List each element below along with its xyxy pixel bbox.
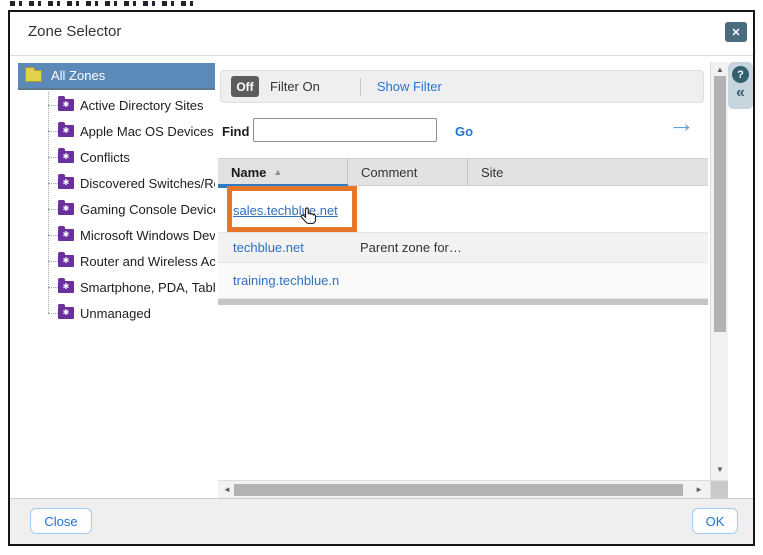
next-arrow-icon[interactable]: → <box>668 108 695 139</box>
tree-node-label: Router and Wireless Ac <box>80 254 215 269</box>
purple-folder-icon: ✱ <box>58 281 74 293</box>
vertical-scrollbar[interactable]: ▲ ▼ <box>710 62 728 480</box>
help-icon[interactable]: ? <box>732 66 749 83</box>
scrollbar-corner <box>710 480 728 498</box>
table-row: training.techblue.n <box>218 263 708 299</box>
tree-node-apple-mac-os-devices[interactable]: ✱ Apple Mac OS Devices <box>18 118 215 144</box>
filter-off-toggle[interactable]: Off <box>231 76 259 97</box>
ok-button-label: OK <box>706 514 725 529</box>
scroll-up-icon[interactable]: ▲ <box>716 66 724 74</box>
column-header-comment[interactable]: Comment <box>348 159 468 185</box>
tree-node-all-zones[interactable]: All Zones <box>18 63 215 88</box>
close-button[interactable]: Close <box>30 508 92 534</box>
find-input[interactable] <box>253 118 437 142</box>
dialog-title: Zone Selector <box>28 23 121 40</box>
tree-node-label: Apple Mac OS Devices <box>80 124 214 139</box>
scroll-down-icon[interactable]: ▼ <box>716 466 724 474</box>
purple-folder-icon: ✱ <box>58 125 74 137</box>
zone-name-cell: sales.techblue.net <box>218 203 348 218</box>
yellow-folder-icon <box>25 70 42 82</box>
close-icon: ✕ <box>731 26 740 39</box>
tree-node-discovered-switches[interactable]: ✱ Discovered Switches/Ro <box>18 170 215 196</box>
purple-folder-icon: ✱ <box>58 229 74 241</box>
table-row: techblue.net Parent zone for… <box>218 233 708 263</box>
tree-node-router-and-wireless[interactable]: ✱ Router and Wireless Ac <box>18 248 215 274</box>
filter-off-label: Off <box>236 80 253 94</box>
list-end-bar <box>218 299 708 305</box>
tree-node-label: Gaming Console Device <box>80 202 215 217</box>
column-header-site[interactable]: Site <box>468 159 708 185</box>
table-header: Name ▲ Comment Site <box>218 158 708 186</box>
horizontal-scrollbar[interactable]: ◄ ► <box>218 480 710 498</box>
help-flyout-panel: ? « <box>728 62 753 109</box>
purple-folder-icon: ✱ <box>58 177 74 189</box>
purple-folder-icon: ✱ <box>58 307 74 319</box>
horizontal-scrollbar-thumb[interactable] <box>234 484 683 496</box>
tree-node-active-directory-sites[interactable]: ✱ Active Directory Sites <box>18 92 215 118</box>
comment-cell: Parent zone for… <box>348 240 468 255</box>
asterisk-glyph: ✱ <box>63 257 70 265</box>
scroll-right-icon[interactable]: ► <box>695 486 703 494</box>
close-button-label: Close <box>44 514 77 529</box>
column-label: Name <box>231 165 266 180</box>
filter-toolbar: Off Filter On Show Filter <box>220 70 704 103</box>
asterisk-glyph: ✱ <box>63 153 70 161</box>
tree-node-microsoft-windows-devices[interactable]: ✱ Microsoft Windows Dev <box>18 222 215 248</box>
go-link[interactable]: Go <box>455 124 473 139</box>
zone-link-techblue[interactable]: techblue.net <box>233 240 304 255</box>
tree-node-smartphone-pda-tablet[interactable]: ✱ Smartphone, PDA, Tabl <box>18 274 215 300</box>
tree-node-label: Unmanaged <box>80 306 151 321</box>
tree-root-underline <box>18 88 215 90</box>
purple-folder-icon: ✱ <box>58 99 74 111</box>
zone-selector-screen: Zone Selector ✕ All Zones ✱ Active Direc… <box>0 0 763 555</box>
zone-selector-dialog: Zone Selector ✕ All Zones ✱ Active Direc… <box>8 10 755 546</box>
purple-folder-icon: ✱ <box>58 203 74 215</box>
collapse-panel-icon[interactable]: « <box>736 85 745 101</box>
zone-link-sales[interactable]: sales.techblue.net <box>233 203 338 218</box>
tree-node-label: Active Directory Sites <box>80 98 204 113</box>
dialog-close-button[interactable]: ✕ <box>725 22 747 42</box>
table-row: sales.techblue.net <box>218 188 708 233</box>
zone-list-panel: Off Filter On Show Filter Find Go → Name… <box>218 62 708 480</box>
tree-node-gaming-console-devices[interactable]: ✱ Gaming Console Device <box>18 196 215 222</box>
asterisk-glyph: ✱ <box>63 309 70 317</box>
asterisk-glyph: ✱ <box>63 101 70 109</box>
column-label: Comment <box>361 165 417 180</box>
tree-node-unmanaged[interactable]: ✱ Unmanaged <box>18 300 215 326</box>
tree-node-label: Conflicts <box>80 150 130 165</box>
column-label: Site <box>481 165 503 180</box>
ok-button[interactable]: OK <box>692 508 738 534</box>
find-label: Find <box>222 124 249 139</box>
purple-folder-icon: ✱ <box>58 151 74 163</box>
purple-folder-icon: ✱ <box>58 255 74 267</box>
zone-name-cell: techblue.net <box>218 240 348 255</box>
asterisk-glyph: ✱ <box>63 127 70 135</box>
zone-link-training[interactable]: training.techblue.n <box>233 273 339 288</box>
asterisk-glyph: ✱ <box>63 231 70 239</box>
tree-root-label: All Zones <box>51 68 105 83</box>
tree-node-label: Microsoft Windows Dev <box>80 228 215 243</box>
filter-on-label: Filter On <box>270 79 320 94</box>
scroll-left-icon[interactable]: ◄ <box>223 486 231 494</box>
tree-node-conflicts[interactable]: ✱ Conflicts <box>18 144 215 170</box>
dialog-footer: Close OK <box>10 498 753 544</box>
asterisk-glyph: ✱ <box>63 283 70 291</box>
zone-name-cell: training.techblue.n <box>218 273 348 288</box>
asterisk-glyph: ✱ <box>63 205 70 213</box>
vertical-scrollbar-thumb[interactable] <box>714 76 726 332</box>
asterisk-glyph: ✱ <box>63 179 70 187</box>
obscured-text-fragment <box>10 1 197 6</box>
sort-ascending-icon: ▲ <box>273 167 282 177</box>
tree-node-label: Smartphone, PDA, Tabl <box>80 280 215 295</box>
column-header-name[interactable]: Name ▲ <box>218 159 348 185</box>
header-divider <box>10 55 753 56</box>
help-glyph: ? <box>737 69 744 81</box>
zone-tree: ✱ Active Directory Sites ✱ Apple Mac OS … <box>18 92 215 326</box>
show-filter-link[interactable]: Show Filter <box>377 79 442 94</box>
toolbar-divider <box>360 78 361 96</box>
tree-node-label: Discovered Switches/Ro <box>80 176 215 191</box>
